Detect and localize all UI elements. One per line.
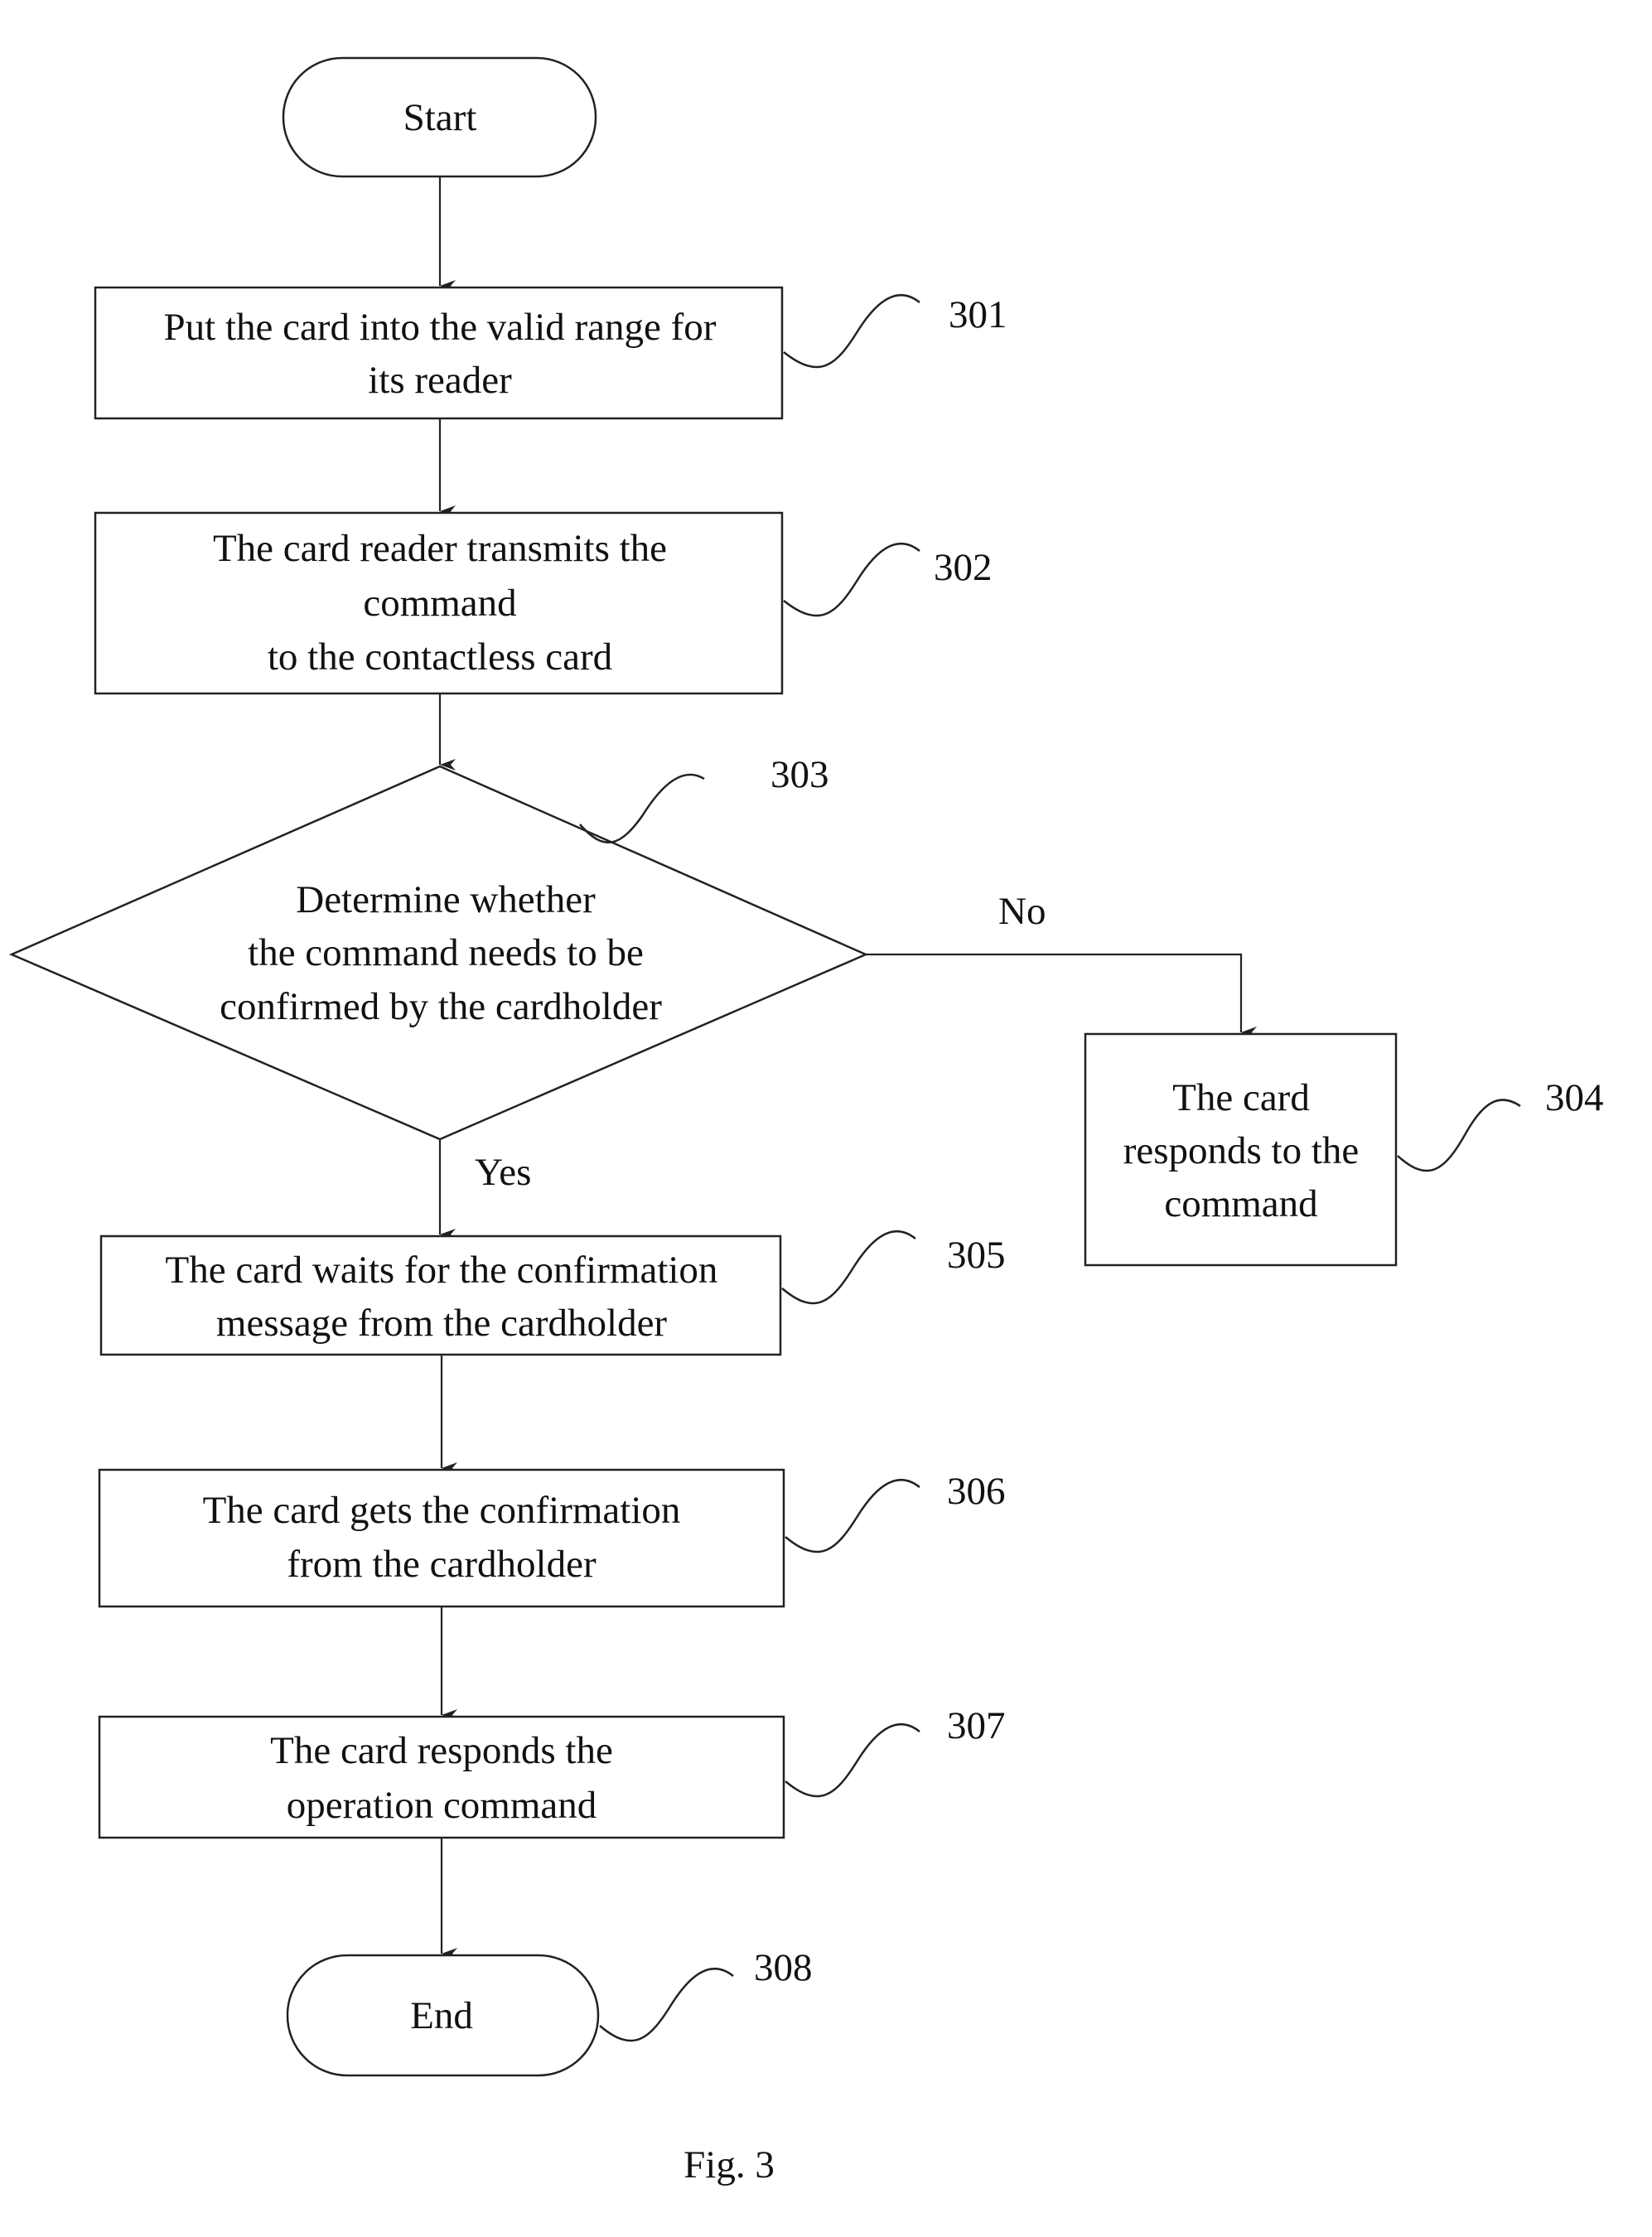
- step-306-line-1: The card gets the confirmation: [203, 1489, 681, 1532]
- ref-308: 308: [754, 1946, 813, 1989]
- step-306: The card gets the confirmation from the …: [98, 1468, 785, 1608]
- step-307: The card responds the operation command: [98, 1715, 785, 1839]
- edge-label-no: No: [998, 890, 1046, 933]
- step-302-line-3: to the contactless card: [268, 635, 612, 679]
- step-304-line-3: command: [1164, 1182, 1317, 1225]
- start-label: Start: [403, 96, 477, 139]
- start-terminal: Start: [282, 56, 597, 178]
- ref-leader-308: [599, 1967, 734, 2042]
- decision-303-line-1: Determine whether: [296, 878, 596, 921]
- end-label: End: [410, 1994, 473, 2037]
- ref-leader-302: [783, 542, 920, 617]
- ref-leader-306: [785, 1478, 920, 1553]
- step-304: The card responds to the command: [1084, 1032, 1398, 1267]
- ref-leader-303: [579, 773, 705, 843]
- ref-306: 306: [947, 1470, 1006, 1513]
- ref-302: 302: [934, 546, 993, 589]
- step-301-line-1: Put the card into the valid range for: [164, 306, 717, 349]
- ref-307: 307: [947, 1704, 1006, 1747]
- decision-303-line-2: the command needs to be: [248, 931, 644, 974]
- decision-303: Determine whether the command needs to b…: [8, 765, 869, 1141]
- figure-caption: Fig. 3: [684, 2143, 775, 2186]
- step-307-line-1: The card responds the: [270, 1729, 613, 1772]
- end-terminal: End: [286, 1954, 600, 2077]
- step-304-line-1: The card: [1172, 1076, 1310, 1119]
- step-306-line-2: from the cardholder: [287, 1543, 597, 1586]
- step-305: The card waits for the confirmation mess…: [99, 1234, 782, 1356]
- step-302-line-2: command: [363, 582, 516, 625]
- edge-label-yes: Yes: [475, 1151, 531, 1194]
- step-302: The card reader transmits the command to…: [94, 511, 784, 695]
- step-307-line-2: operation command: [287, 1784, 597, 1827]
- ref-leader-304: [1397, 1099, 1521, 1172]
- decision-303-line-3: confirmed by the cardholder: [220, 985, 662, 1028]
- ref-leader-305: [781, 1230, 916, 1305]
- step-304-line-2: responds to the: [1123, 1129, 1360, 1172]
- step-302-line-1: The card reader transmits the: [213, 527, 667, 570]
- step-305-line-2: message from the cardholder: [216, 1302, 668, 1345]
- ref-leader-307: [785, 1722, 920, 1798]
- step-305-line-1: The card waits for the confirmation: [166, 1249, 718, 1292]
- ref-303: 303: [770, 753, 829, 796]
- ref-301: 301: [949, 293, 1007, 336]
- ref-305: 305: [947, 1234, 1006, 1277]
- step-301: Put the card into the valid range for it…: [94, 286, 784, 420]
- ref-304: 304: [1545, 1076, 1604, 1119]
- step-301-line-2: its reader: [368, 359, 512, 402]
- ref-leader-301: [783, 293, 920, 369]
- edge-303-304: [866, 953, 1257, 1038]
- flowchart: No Yes Start Put the card into the valid…: [8, 56, 1604, 2186]
